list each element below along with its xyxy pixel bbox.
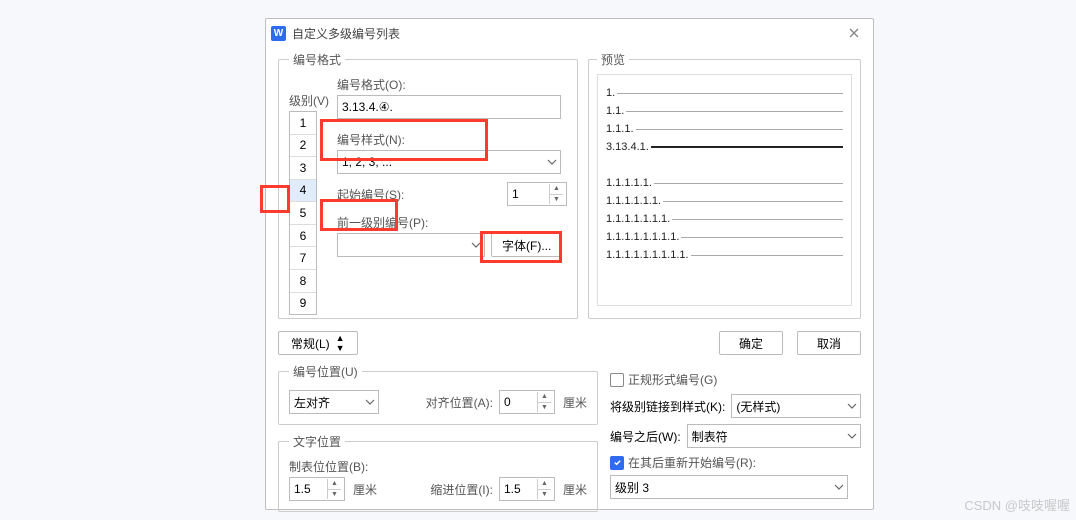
- preview-fieldset: 预览 1. 1.1. 1.1.1. 3.13.4.1. 1.1.1.1.1. 1…: [588, 51, 861, 319]
- prev-level-combo[interactable]: [337, 233, 485, 257]
- restart-level-value: 级别 3: [615, 479, 649, 496]
- number-format-fieldset: 编号格式 级别(V) 1 2 3 4 5 6 7 8 9: [278, 51, 578, 319]
- level-label: 级别(V): [289, 92, 329, 109]
- indent-label: 缩进位置(I):: [430, 481, 493, 498]
- number-style-label: 编号样式(N):: [337, 131, 567, 148]
- spin-down-icon[interactable]: ▼: [537, 403, 551, 413]
- preview-line: 1.1.1.1.1.: [606, 177, 652, 189]
- spin-up-icon[interactable]: ▲: [537, 479, 551, 490]
- text-position-fieldset: 文字位置 制表位位置(B): 1.5 ▲▼ 厘米 缩进位置(I): 1.5 ▲▼: [278, 433, 598, 512]
- number-style-combo[interactable]: 1, 2, 3, ...: [337, 150, 561, 174]
- level-item[interactable]: 7: [290, 247, 316, 270]
- unit-label: 厘米: [563, 481, 587, 498]
- prev-level-label: 前一级别编号(P):: [337, 214, 567, 231]
- after-number-combo[interactable]: 制表符: [687, 424, 861, 448]
- level-item-selected[interactable]: 4: [290, 180, 316, 203]
- checkbox-checked-icon: [610, 456, 624, 470]
- unit-label: 厘米: [563, 394, 587, 411]
- preview-line: 1.1.1.1.1.1.1.: [606, 213, 670, 225]
- chevron-down-icon: [365, 395, 375, 409]
- start-at-value: 1: [512, 187, 519, 201]
- level-item[interactable]: 6: [290, 225, 316, 248]
- align-pos-spinner[interactable]: 0 ▲▼: [499, 390, 555, 414]
- spin-up-icon[interactable]: ▲: [327, 479, 341, 490]
- align-combo[interactable]: 左对齐: [289, 390, 379, 414]
- ok-button[interactable]: 确定: [719, 331, 783, 355]
- chevron-down-icon: [834, 480, 844, 494]
- align-pos-value: 0: [504, 395, 511, 409]
- number-format-input[interactable]: 3.13.4.④.: [337, 95, 561, 119]
- preview-line: 1.1.1.1.1.1.1.1.1.: [606, 249, 689, 261]
- number-position-fieldset: 编号位置(U) 左对齐 对齐位置(A): 0 ▲▼ 厘米: [278, 363, 598, 425]
- titlebar: W 自定义多级编号列表: [266, 19, 873, 47]
- level-item[interactable]: 8: [290, 270, 316, 293]
- restart-option[interactable]: 在其后重新开始编号(R):: [610, 454, 861, 471]
- fieldset-legend: 编号格式: [289, 51, 345, 68]
- restart-level-combo[interactable]: 级别 3: [610, 475, 848, 499]
- watermark: CSDN @吱吱喔喔: [964, 495, 1070, 514]
- spin-down-icon[interactable]: ▼: [327, 490, 341, 500]
- spin-up-icon[interactable]: ▲: [537, 392, 551, 403]
- level-item[interactable]: 9: [290, 293, 316, 315]
- spin-down-icon[interactable]: ▼: [549, 195, 563, 205]
- start-at-spinner[interactable]: 1 ▲▼: [507, 182, 567, 206]
- regular-form-option[interactable]: 正规形式编号(G): [610, 371, 861, 388]
- preview-line: 1.1.1.: [606, 123, 634, 135]
- link-style-label: 将级别链接到样式(K):: [610, 398, 725, 415]
- regular-form-label: 正规形式编号(G): [628, 371, 717, 388]
- normal-button-label: 常规(L): [291, 335, 330, 352]
- updown-icon: ▲▼: [336, 333, 345, 353]
- start-at-label: 起始编号(S):: [337, 186, 404, 203]
- fieldset-legend: 编号位置(U): [289, 363, 362, 380]
- spin-up-icon[interactable]: ▲: [549, 184, 563, 195]
- unit-label: 厘米: [353, 481, 377, 498]
- cancel-button[interactable]: 取消: [797, 331, 861, 355]
- preview-line: 1.1.: [606, 105, 624, 117]
- dialog: W 自定义多级编号列表 编号格式 级别(V) 1 2 3 4 5 6: [265, 18, 874, 510]
- align-pos-label: 对齐位置(A):: [426, 394, 493, 411]
- level-item[interactable]: 2: [290, 135, 316, 158]
- level-item[interactable]: 3: [290, 157, 316, 180]
- normal-button[interactable]: 常规(L) ▲▼: [278, 331, 358, 355]
- indent-value: 1.5: [504, 482, 521, 496]
- preview-line: 1.1.1.1.1.1.1.1.: [606, 231, 679, 243]
- level-item[interactable]: 1: [290, 112, 316, 135]
- chevron-down-icon: [847, 399, 857, 413]
- close-icon: [849, 28, 859, 38]
- link-style-value: (无样式): [736, 398, 780, 415]
- preview-box: 1. 1.1. 1.1.1. 3.13.4.1. 1.1.1.1.1. 1.1.…: [597, 74, 852, 306]
- restart-label: 在其后重新开始编号(R):: [628, 454, 756, 471]
- close-button[interactable]: [841, 22, 867, 44]
- number-format-label: 编号格式(O):: [337, 76, 567, 93]
- chevron-down-icon: [547, 155, 557, 169]
- number-style-value: 1, 2, 3, ...: [342, 155, 392, 169]
- after-number-label: 编号之后(W):: [610, 428, 681, 445]
- after-number-value: 制表符: [692, 428, 728, 445]
- level-item[interactable]: 5: [290, 202, 316, 225]
- preview-line: 3.13.4.1.: [606, 141, 649, 153]
- fieldset-legend: 文字位置: [289, 433, 345, 450]
- checkbox-icon: [610, 373, 624, 387]
- chevron-down-icon: [471, 238, 481, 252]
- chevron-down-icon: [847, 429, 857, 443]
- app-icon: W: [271, 26, 286, 41]
- tab-pos-value: 1.5: [294, 482, 311, 496]
- fieldset-legend: 预览: [597, 51, 629, 68]
- preview-line: 1.1.1.1.1.1.: [606, 195, 661, 207]
- indent-spinner[interactable]: 1.5 ▲▼: [499, 477, 555, 501]
- dialog-title: 自定义多级编号列表: [292, 25, 841, 42]
- spin-down-icon[interactable]: ▼: [537, 490, 551, 500]
- align-value: 左对齐: [294, 394, 330, 411]
- tab-pos-label: 制表位位置(B):: [289, 458, 587, 475]
- preview-line: 1.: [606, 87, 615, 99]
- font-button[interactable]: 字体(F)...: [491, 233, 562, 257]
- number-format-value: 3.13.4.④.: [342, 100, 393, 114]
- tab-pos-spinner[interactable]: 1.5 ▲▼: [289, 477, 345, 501]
- level-list[interactable]: 1 2 3 4 5 6 7 8 9: [289, 111, 317, 315]
- link-style-combo[interactable]: (无样式): [731, 394, 861, 418]
